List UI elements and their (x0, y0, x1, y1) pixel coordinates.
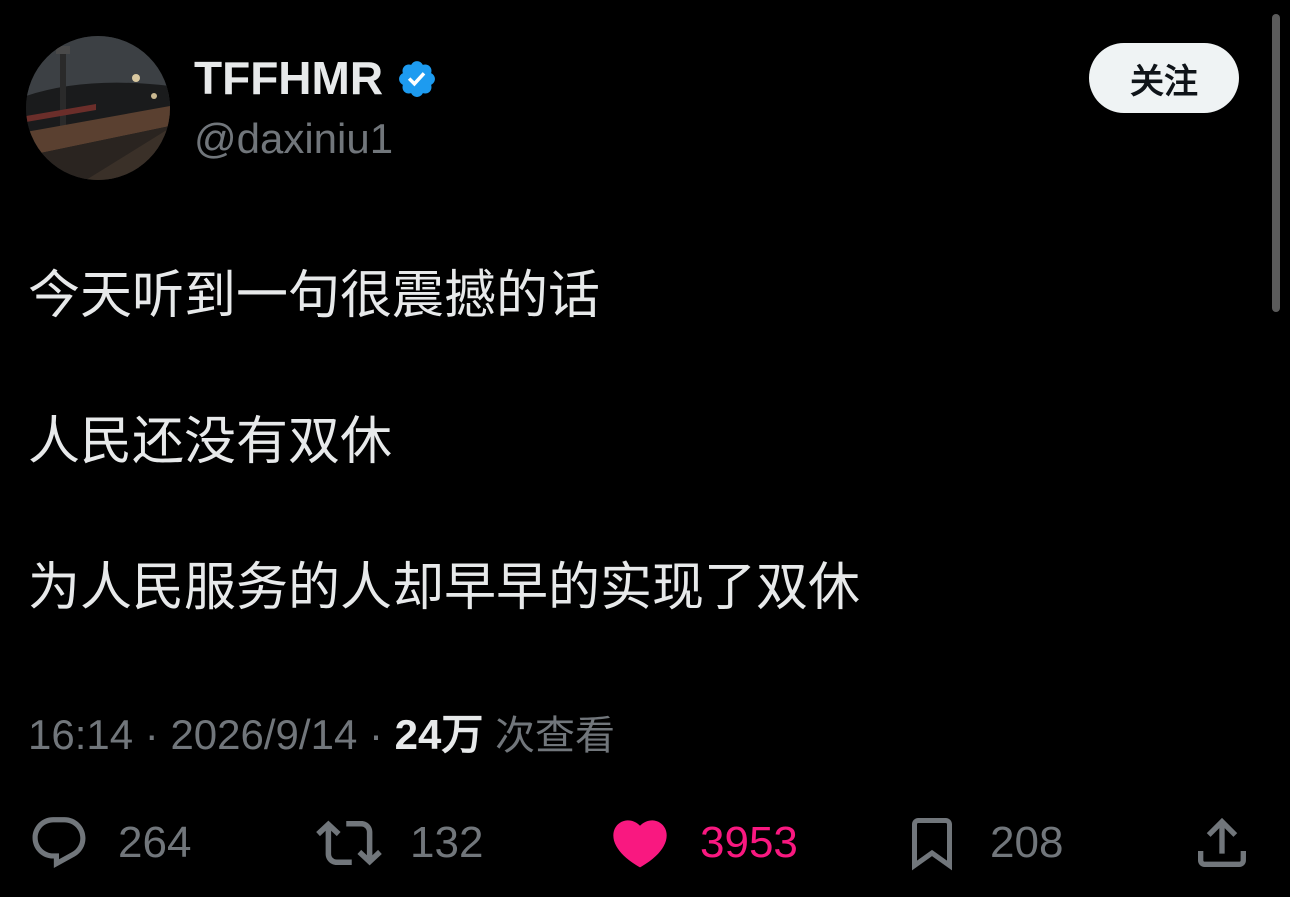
avatar-image (26, 36, 170, 180)
user-handle[interactable]: @daxiniu1 (194, 114, 393, 164)
avatar[interactable] (26, 36, 170, 180)
display-name[interactable]: TFFHMR (194, 52, 383, 104)
share-icon (1198, 817, 1246, 867)
views-label[interactable]: 次查看 (495, 713, 615, 759)
tweet-meta: 16:14 · 2026/9/14 · 24万 次查看 (28, 708, 615, 763)
bookmark-count: 208 (990, 818, 1064, 867)
tweet-time[interactable]: 16:14 (28, 711, 133, 758)
retweet-count: 132 (410, 818, 484, 867)
reply-count: 264 (118, 818, 192, 867)
like-count: 3953 (700, 818, 798, 867)
tweet-text-line-1: 今天听到一句很震撼的话 (28, 266, 601, 326)
bookmark-icon (912, 818, 952, 871)
share-button[interactable] (1190, 810, 1254, 876)
verified-badge-icon (399, 61, 435, 97)
views-count[interactable]: 24万 (395, 711, 484, 758)
retweet-icon (316, 820, 382, 866)
reply-button[interactable]: 264 (28, 810, 191, 876)
reply-icon (32, 817, 86, 869)
like-button[interactable]: 3953 (608, 810, 798, 876)
scrollbar[interactable] (1272, 14, 1280, 312)
heart-icon (613, 820, 667, 868)
retweet-button[interactable]: 132 (316, 810, 483, 876)
follow-button[interactable]: 关注 (1089, 43, 1239, 113)
bookmark-button[interactable]: 208 (902, 810, 1063, 876)
meta-separator: · (368, 711, 383, 758)
meta-separator: · (144, 711, 159, 758)
tweet-text-line-3: 为人民服务的人却早早的实现了双休 (28, 558, 861, 618)
tweet-text-line-2: 人民还没有双休 (28, 412, 393, 472)
tweet-date[interactable]: 2026/9/14 (170, 711, 357, 758)
